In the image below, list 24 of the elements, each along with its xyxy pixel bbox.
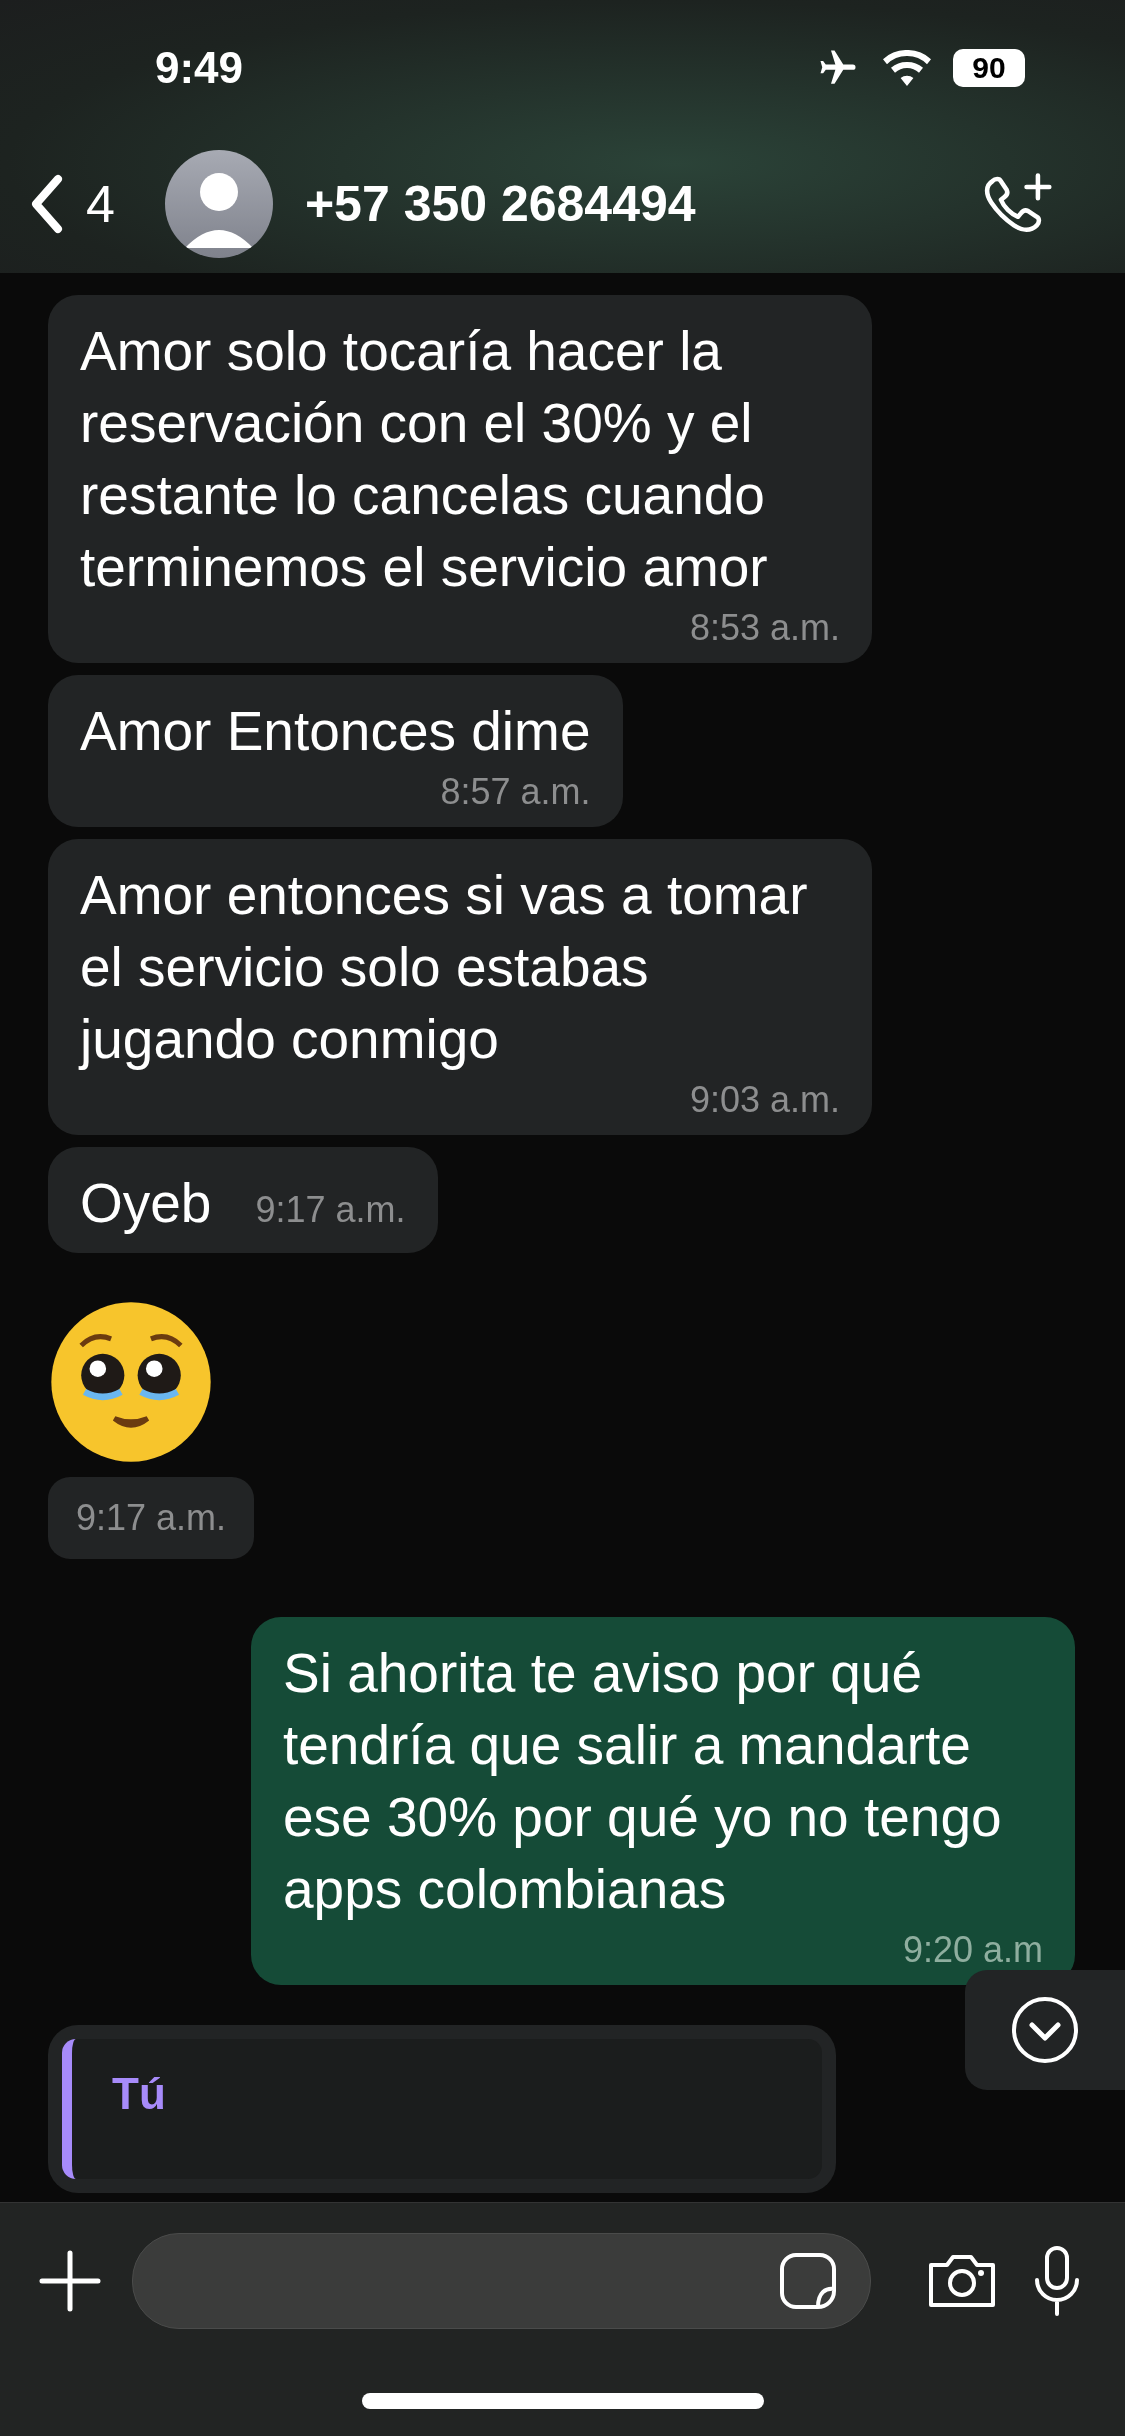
quote-author: Tú xyxy=(112,2069,166,2118)
message-time: 8:53 a.m. xyxy=(688,607,840,649)
message-text: Amor solo tocaría hacer la reservación con el 30% y el restante lo cancelas cuando terminemos el servicio amor xyxy=(80,319,769,600)
status-time: 9:49 xyxy=(155,42,244,93)
message-time: 9:17 a.m. xyxy=(255,1189,406,1231)
back-button[interactable]: 4 xyxy=(30,173,115,235)
message-text: Amor Entonces dime xyxy=(80,699,591,764)
wifi-icon xyxy=(883,49,931,86)
message-text: Si ahorita te aviso por qué tendría que salir a mandarte ese 30% por qué yo no tengo apps colombianas xyxy=(283,1641,1003,1922)
quoted-message[interactable]: Tú xyxy=(62,2039,822,2179)
message-time: 9:20 a.m xyxy=(901,1929,1043,1971)
message-time: 9:17 a.m. xyxy=(48,1477,255,1559)
contact-name[interactable]: +57 350 2684494 xyxy=(304,175,961,233)
scroll-down-button[interactable] xyxy=(965,1970,1125,2090)
message-time: 8:57 a.m. xyxy=(439,771,591,813)
sticker-icon[interactable] xyxy=(778,2251,838,2311)
message-time: 9:03 a.m. xyxy=(688,1079,840,1121)
pleading-emoji-icon xyxy=(48,1299,214,1465)
chevron-down-icon[interactable] xyxy=(1010,1995,1080,2065)
plus-icon[interactable] xyxy=(38,2249,102,2313)
message-text: Oyeb xyxy=(80,1171,212,1236)
message-text: Amor entonces si vas a tomar el servicio solo estabas jugando conmigo xyxy=(80,863,809,1072)
chevron-left-icon[interactable] xyxy=(30,173,64,235)
battery-level: 90 xyxy=(953,48,1025,87)
